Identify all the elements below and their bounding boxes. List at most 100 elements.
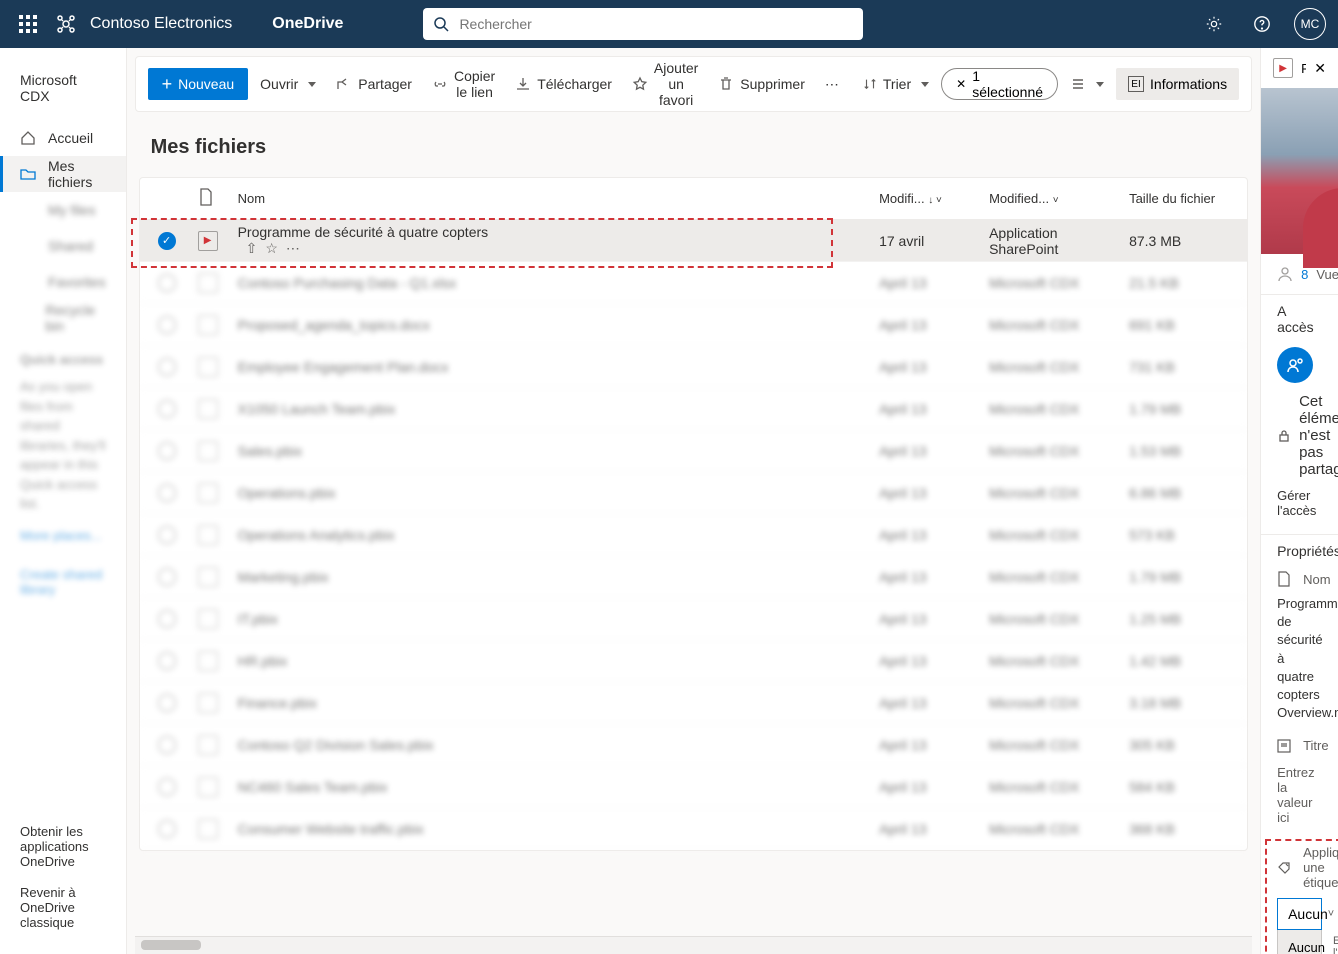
- row-checkbox[interactable]: [158, 736, 176, 754]
- file-name[interactable]: Contoso Purchasing Data - Q1.xlsx: [238, 275, 880, 291]
- file-name[interactable]: Consumer Website traffic.pbix: [238, 821, 880, 837]
- help-icon[interactable]: [1246, 8, 1278, 40]
- manage-access-link[interactable]: Gérer l'accès: [1277, 488, 1322, 518]
- row-checkbox[interactable]: [158, 442, 176, 460]
- row-checkbox[interactable]: [158, 568, 176, 586]
- table-row[interactable]: HR.pbixApril 13Microsoft CDX1.42 MB: [140, 640, 1248, 682]
- row-checkbox[interactable]: [158, 652, 176, 670]
- file-modified: April 13: [879, 443, 989, 459]
- row-checkbox[interactable]: ✓: [158, 232, 176, 250]
- view-toggle-button[interactable]: [1062, 68, 1112, 100]
- row-checkbox[interactable]: [158, 400, 176, 418]
- file-name[interactable]: X1050 Launch Team.pbix: [238, 401, 880, 417]
- file-type-icon: ▶: [198, 231, 218, 251]
- delete-button[interactable]: Supprimer: [710, 68, 813, 100]
- table-row[interactable]: Contoso Purchasing Data - Q1.xlsxApril 1…: [140, 262, 1248, 304]
- star-icon[interactable]: ☆: [265, 240, 278, 257]
- table-row[interactable]: IT.pbixApril 13Microsoft CDX1.25 MB: [140, 598, 1248, 640]
- nav-item-recycle: Recycle bin: [0, 300, 126, 336]
- share-button[interactable]: Partager: [328, 68, 420, 100]
- app-name[interactable]: OneDrive: [272, 15, 343, 33]
- file-modifiedby: Microsoft CDX: [989, 779, 1129, 795]
- table-row[interactable]: Consumer Website traffic.pbixApril 13Mic…: [140, 808, 1248, 850]
- file-name[interactable]: Finance.pbix: [238, 695, 880, 711]
- nav-item-home[interactable]: Accueil: [0, 120, 126, 156]
- more-button[interactable]: ⋯: [817, 68, 847, 100]
- settings-icon[interactable]: [1198, 8, 1230, 40]
- row-checkbox[interactable]: [158, 274, 176, 292]
- home-icon: [20, 130, 36, 146]
- app-launcher-icon[interactable]: [12, 8, 44, 40]
- nav-item-myfiles-dup: My files: [0, 192, 126, 228]
- label-option-none[interactable]: Aucun Effacer l'étiquette: [1278, 930, 1321, 954]
- get-apps-link[interactable]: Obtenir les applications OneDrive: [20, 816, 106, 877]
- file-table: Nom Modifi... ↓ ˅ Modified... ˅ Taille d…: [139, 177, 1249, 851]
- command-bar: + Nouveau Ouvrir Partager Copier le lien…: [135, 56, 1253, 112]
- label-select[interactable]: Aucun ˅: [1277, 898, 1322, 930]
- file-size: 1.79 MB: [1129, 401, 1229, 417]
- file-type-icon: [198, 819, 218, 839]
- info-button[interactable]: EI Informations: [1116, 68, 1239, 100]
- row-checkbox[interactable]: [158, 526, 176, 544]
- col-modifiedby[interactable]: Modified... ˅: [989, 191, 1129, 206]
- table-row[interactable]: Operations.pbixApril 13Microsoft CDX6.86…: [140, 472, 1248, 514]
- new-button[interactable]: + Nouveau: [148, 68, 249, 100]
- open-button[interactable]: Ouvrir: [252, 68, 324, 100]
- row-checkbox[interactable]: [158, 610, 176, 628]
- share-badge-icon[interactable]: [1277, 347, 1313, 383]
- row-checkbox[interactable]: [158, 694, 176, 712]
- row-checkbox[interactable]: [158, 316, 176, 334]
- file-type-icon: [198, 651, 218, 671]
- page-title: Mes fichiers: [139, 112, 1249, 177]
- file-name[interactable]: Programme de sécurité à quatre copters⇧☆…: [238, 224, 880, 257]
- table-row[interactable]: NC460 Sales Team.pbixApril 13Microsoft C…: [140, 766, 1248, 808]
- file-name[interactable]: Employee Engagement Plan.docx: [238, 359, 880, 375]
- table-row[interactable]: Contoso Q2 Division Sales.pbixApril 13Mi…: [140, 724, 1248, 766]
- horizontal-scrollbar[interactable]: [135, 936, 1253, 954]
- download-button[interactable]: Télécharger: [507, 68, 620, 100]
- col-size[interactable]: Taille du fichier: [1129, 191, 1229, 206]
- table-row[interactable]: Finance.pbixApril 13Microsoft CDX3.18 MB: [140, 682, 1248, 724]
- file-name[interactable]: Operations.pbix: [238, 485, 880, 501]
- col-name[interactable]: Nom: [238, 191, 880, 206]
- row-checkbox[interactable]: [158, 778, 176, 796]
- sort-button[interactable]: Trier: [855, 68, 937, 100]
- row-checkbox[interactable]: [158, 358, 176, 376]
- close-icon[interactable]: ✕: [1314, 60, 1326, 77]
- file-name[interactable]: HR.pbix: [238, 653, 880, 669]
- share-icon[interactable]: ⇧: [246, 240, 258, 257]
- file-name[interactable]: NC460 Sales Team.pbix: [238, 779, 880, 795]
- file-modifiedby: Microsoft CDX: [989, 401, 1129, 417]
- row-checkbox[interactable]: [158, 820, 176, 838]
- file-name[interactable]: Proposed_agenda_topics.docx: [238, 317, 880, 333]
- search-input[interactable]: [459, 16, 853, 32]
- share-icon: [336, 76, 352, 92]
- nav-item-myfiles[interactable]: Mes fichiers: [0, 156, 126, 192]
- table-row[interactable]: Employee Engagement Plan.docxApril 13Mic…: [140, 346, 1248, 388]
- col-modified[interactable]: Modifi... ↓ ˅: [879, 191, 989, 206]
- brand-name: Contoso Electronics: [90, 15, 232, 33]
- user-avatar[interactable]: MC: [1294, 8, 1326, 40]
- table-row[interactable]: Proposed_agenda_topics.docxApril 13Micro…: [140, 304, 1248, 346]
- table-row[interactable]: Operations Analytics.pbixApril 13Microso…: [140, 514, 1248, 556]
- table-row[interactable]: Sales.pbixApril 13Microsoft CDX1.53 MB: [140, 430, 1248, 472]
- video-thumbnail[interactable]: [1261, 88, 1338, 254]
- title-input[interactable]: Entrez la valeur ici: [1277, 761, 1322, 829]
- selection-pill[interactable]: ✕ 1 sélectionné: [941, 68, 1058, 100]
- search-box[interactable]: [423, 8, 863, 40]
- classic-link[interactable]: Revenir à OneDrive classique: [20, 877, 106, 938]
- table-row[interactable]: X1050 Launch Team.pbixApril 13Microsoft …: [140, 388, 1248, 430]
- copylink-button[interactable]: Copier le lien: [424, 68, 503, 100]
- file-name[interactable]: IT.pbix: [238, 611, 880, 627]
- table-row[interactable]: ✓▶Programme de sécurité à quatre copters…: [140, 220, 1248, 262]
- addfav-button[interactable]: Ajouter un favori: [624, 68, 706, 100]
- file-name[interactable]: Operations Analytics.pbix: [238, 527, 880, 543]
- file-modifiedby: Microsoft CDX: [989, 443, 1129, 459]
- file-modifiedby: Microsoft CDX: [989, 485, 1129, 501]
- more-icon[interactable]: ⋯: [286, 240, 300, 257]
- file-name[interactable]: Sales.pbix: [238, 443, 880, 459]
- file-name[interactable]: Marketing.pbix: [238, 569, 880, 585]
- row-checkbox[interactable]: [158, 484, 176, 502]
- table-row[interactable]: Marketing.pbixApril 13Microsoft CDX1.79 …: [140, 556, 1248, 598]
- file-name[interactable]: Contoso Q2 Division Sales.pbix: [238, 737, 880, 753]
